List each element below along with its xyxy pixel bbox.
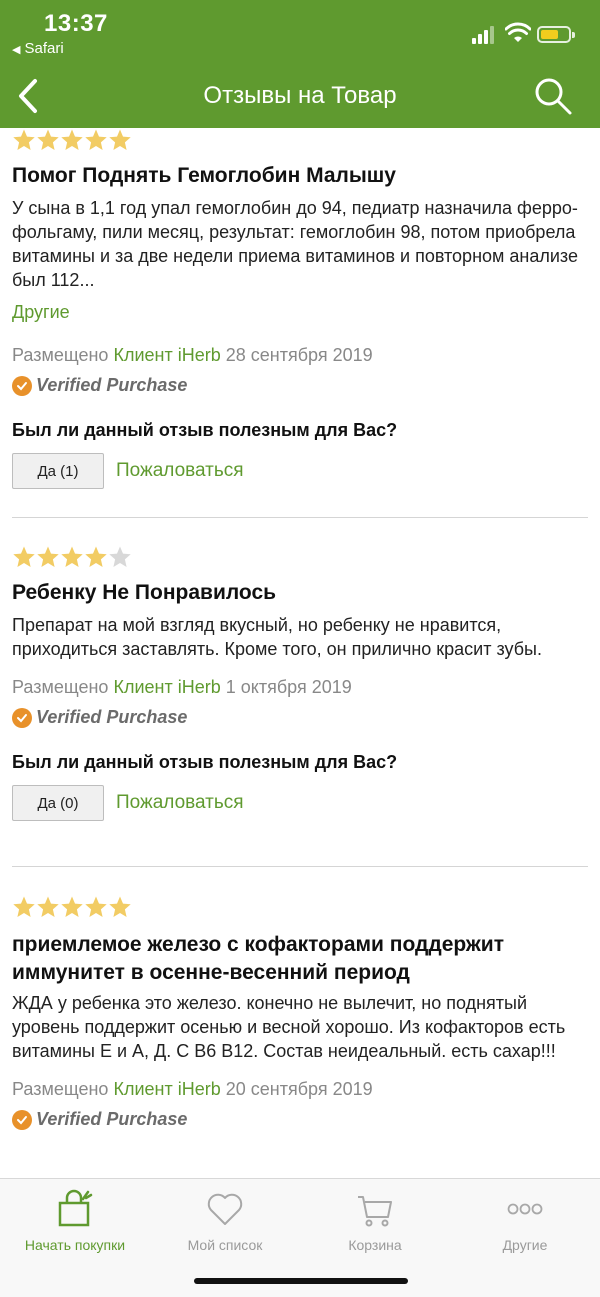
verified-purchase-badge: Verified Purchase	[12, 375, 588, 396]
star-empty-icon	[109, 546, 131, 567]
posted-prefix: Размещено	[12, 345, 109, 365]
verified-label: Verified Purchase	[36, 1109, 188, 1129]
tab-my-list[interactable]: Мой список	[150, 1187, 300, 1253]
checkmark-icon	[12, 707, 32, 728]
posted-prefix: Размещено	[12, 677, 109, 697]
helpful-actions: Да (0) Пожаловаться	[12, 785, 588, 821]
tab-label: Начать покупки	[24, 1237, 126, 1253]
review-body: ЖДА у ребенка это железо. конечно не выл…	[12, 993, 566, 1061]
star-filled-icon	[109, 896, 131, 917]
star-filled-icon	[61, 129, 83, 150]
review-author[interactable]: Клиент iHerb	[113, 345, 220, 365]
helpful-yes-button[interactable]: Да (1)	[12, 453, 104, 489]
app-header: 13:37 ◀ Safari Отзывы на Товар	[0, 0, 600, 128]
checkmark-icon	[12, 1109, 32, 1130]
back-triangle-icon: ◀	[12, 44, 21, 56]
divider	[12, 517, 588, 518]
star-filled-icon	[37, 896, 59, 917]
verified-purchase-badge: Verified Purchase	[12, 707, 588, 728]
cellular-signal-icon	[472, 24, 496, 44]
star-filled-icon	[85, 129, 107, 150]
heart-icon	[207, 1193, 243, 1225]
review-posted-line: Размещено Клиент iHerb 1 октября 2019	[12, 675, 588, 699]
review-card: приемлемое железо с кофакторами поддержи…	[12, 895, 588, 1130]
search-icon[interactable]	[533, 76, 573, 116]
star-filled-icon	[37, 129, 59, 150]
tab-more[interactable]: Другие	[450, 1187, 600, 1253]
review-title: Ребенку Не Понравилось	[12, 581, 277, 604]
star-rating	[12, 128, 588, 154]
review-date: 20 сентября 2019	[225, 1079, 373, 1099]
cart-icon	[358, 1196, 392, 1227]
tab-label: Мой список	[187, 1237, 263, 1253]
wifi-icon	[505, 22, 531, 42]
checkmark-icon	[12, 375, 32, 396]
tab-label: Другие	[502, 1237, 548, 1253]
helpful-question: Был ли данный отзыв полезным для Вас?	[12, 752, 398, 772]
review-posted-line: Размещено Клиент iHerb 28 сентября 2019	[12, 343, 588, 367]
tab-label: Корзина	[348, 1237, 402, 1253]
review-body: Препарат на мой взгляд вкусный, но ребен…	[12, 615, 542, 659]
review-card: Помог Поднять Гемоглобин Малышу У сына в…	[12, 128, 588, 489]
review-author[interactable]: Клиент iHerb	[113, 677, 220, 697]
review-posted-line: Размещено Клиент iHerb 20 сентября 2019	[12, 1077, 588, 1101]
star-filled-icon	[61, 896, 83, 917]
more-icon	[507, 1203, 543, 1215]
verified-label: Verified Purchase	[36, 375, 188, 395]
battery-icon	[537, 26, 575, 43]
report-link[interactable]: Пожаловаться	[116, 792, 244, 814]
page-title: Отзывы на Товар	[203, 82, 397, 109]
star-rating	[12, 895, 588, 921]
helpful-actions: Да (1) Пожаловаться	[12, 453, 588, 489]
review-more-link[interactable]: Другие	[12, 302, 588, 323]
divider	[12, 866, 588, 867]
star-filled-icon	[61, 546, 83, 567]
verified-purchase-badge: Verified Purchase	[12, 1109, 588, 1130]
review-author[interactable]: Клиент iHerb	[113, 1079, 220, 1099]
star-filled-icon	[13, 896, 35, 917]
status-time: 13:37	[44, 10, 108, 37]
star-rating	[12, 545, 588, 571]
review-title: приемлемое железо с кофакторами поддержи…	[12, 933, 505, 984]
review-title: Помог Поднять Гемоглобин Малышу	[12, 164, 396, 187]
status-back-to-app[interactable]: ◀ Safari	[12, 40, 64, 57]
review-date: 28 сентября 2019	[225, 345, 373, 365]
review-card: Ребенку Не Понравилось Препарат на мой в…	[12, 545, 588, 821]
shopping-bag-icon	[58, 1189, 93, 1227]
star-filled-icon	[37, 546, 59, 567]
star-filled-icon	[13, 129, 35, 150]
review-date: 1 октября 2019	[225, 677, 352, 697]
star-filled-icon	[85, 546, 107, 567]
verified-label: Verified Purchase	[36, 707, 188, 727]
helpful-question: Был ли данный отзыв полезным для Вас?	[12, 420, 398, 440]
report-link[interactable]: Пожаловаться	[116, 460, 244, 482]
tab-start-shopping[interactable]: Начать покупки	[0, 1187, 150, 1253]
star-filled-icon	[85, 896, 107, 917]
star-filled-icon	[13, 546, 35, 567]
review-body: У сына в 1,1 год упал гемоглобин до 94, …	[12, 198, 578, 290]
tab-cart[interactable]: Корзина	[300, 1187, 450, 1253]
posted-prefix: Размещено	[12, 1079, 109, 1099]
helpful-yes-button[interactable]: Да (0)	[12, 785, 104, 821]
status-back-label: Safari	[24, 40, 64, 57]
home-indicator[interactable]	[194, 1278, 408, 1284]
reviews-list[interactable]: Помог Поднять Гемоглобин Малышу У сына в…	[0, 128, 600, 1178]
star-filled-icon	[109, 129, 131, 150]
